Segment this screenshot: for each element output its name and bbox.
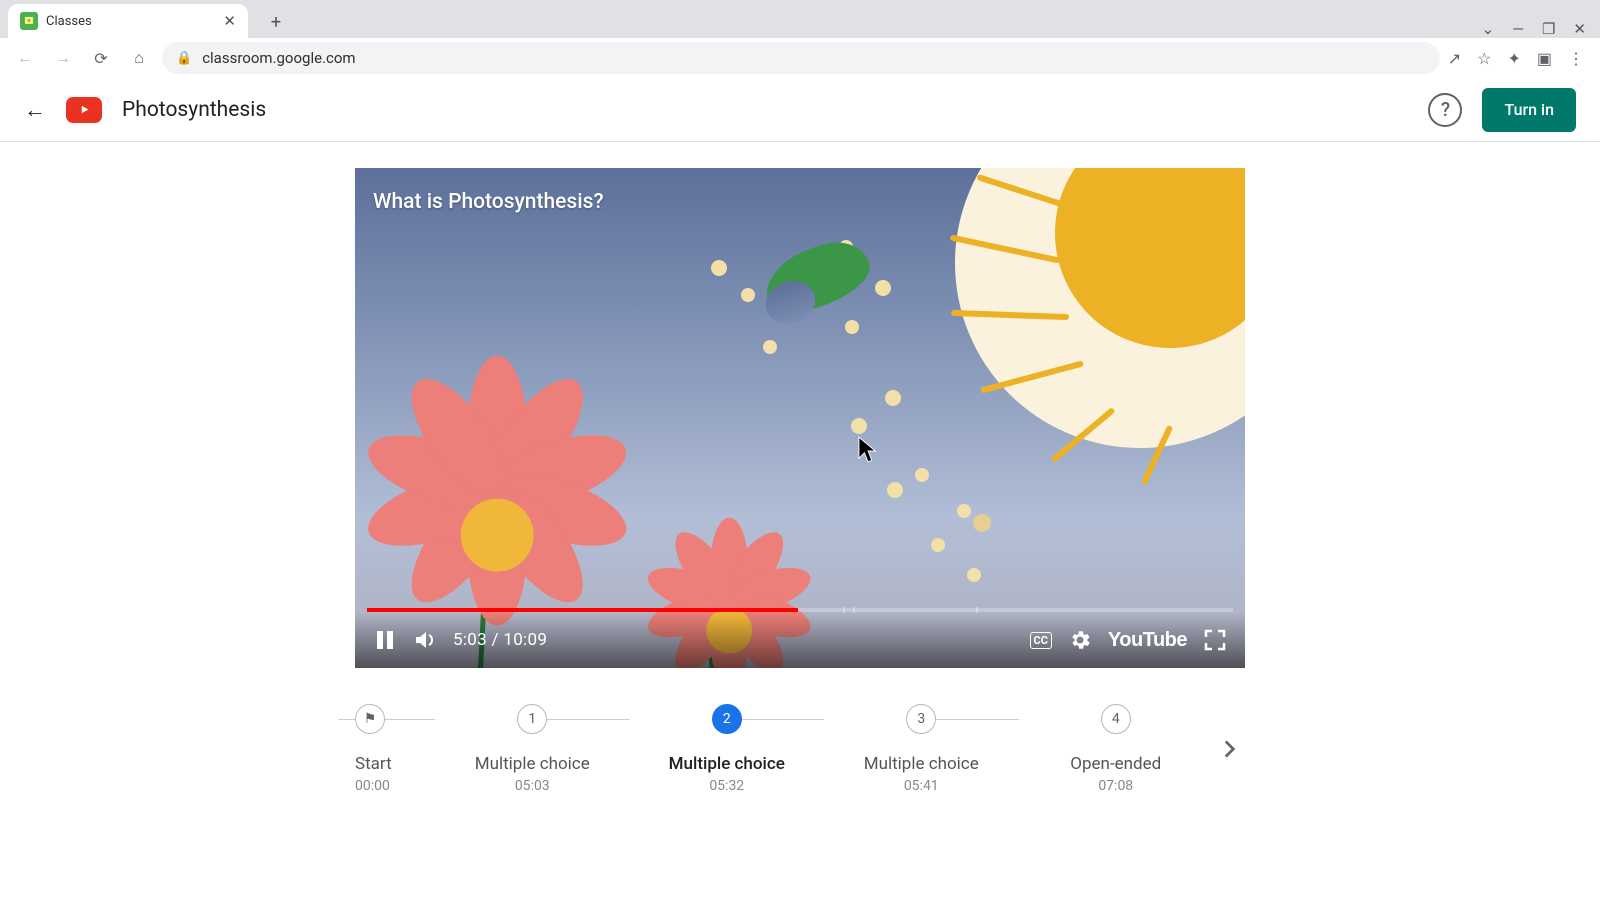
step-number: 2	[712, 704, 742, 734]
step-label: Multiple choice	[864, 754, 979, 774]
help-button[interactable]: ?	[1428, 93, 1462, 127]
step-label: Open-ended	[1070, 754, 1161, 774]
new-tab-button[interactable]: +	[262, 8, 290, 36]
share-icon[interactable]: ↗	[1448, 49, 1461, 68]
mouse-cursor-icon	[858, 436, 880, 466]
step-label: Multiple choice	[475, 754, 590, 774]
sidepanel-icon[interactable]: ▣	[1537, 49, 1552, 68]
fullscreen-button[interactable]	[1203, 628, 1227, 652]
video-time-display: 5:03 / 10:09	[453, 630, 547, 650]
browser-chrome: Classes ✕ + ⌄ — ❐ ✕ ← → ⟳ ⌂ 🔒 classroom.…	[0, 0, 1600, 78]
stepper-next-button[interactable]	[1213, 733, 1245, 765]
step-label: Start	[355, 754, 392, 774]
nav-back-button: ←	[10, 43, 40, 73]
nav-forward-button: →	[48, 43, 78, 73]
browser-tab[interactable]: Classes ✕	[8, 4, 248, 38]
step-time: 05:41	[904, 778, 939, 794]
video-current-time: 5:03	[453, 630, 487, 650]
video-player[interactable]: What is Photosynthesis? 5:03 / 10:09 CC	[355, 168, 1245, 668]
youtube-icon	[66, 97, 102, 123]
step-time: 07:08	[1098, 778, 1133, 794]
lock-icon: 🔒	[176, 51, 192, 66]
chevron-down-icon[interactable]: ⌄	[1482, 20, 1495, 38]
captions-button[interactable]: CC	[1030, 632, 1052, 649]
toolbar-actions: ↗ ☆ ✦ ▣ ⋮	[1448, 49, 1590, 68]
step-time: 05:03	[515, 778, 550, 794]
youtube-wordmark[interactable]: YouTube	[1108, 629, 1187, 652]
tab-strip: Classes ✕ + ⌄ — ❐ ✕	[0, 0, 1600, 38]
video-controls: 5:03 / 10:09 CC YouTube	[355, 612, 1245, 668]
step-time: 05:32	[709, 778, 744, 794]
settings-gear-icon[interactable]	[1068, 628, 1092, 652]
main-content: What is Photosynthesis? 5:03 / 10:09 CC	[0, 142, 1600, 794]
questions-stepper: ⚑ Start 00:00 1 Multiple choice 05:03 2 …	[355, 704, 1245, 794]
step-question-4[interactable]: 4 Open-ended 07:08	[1019, 704, 1214, 794]
tab-title: Classes	[46, 14, 92, 29]
address-bar[interactable]: 🔒 classroom.google.com	[162, 42, 1440, 74]
volume-button[interactable]	[413, 628, 437, 652]
step-question-3[interactable]: 3 Multiple choice 05:41	[824, 704, 1019, 794]
extensions-puzzle-icon[interactable]: ✦	[1507, 49, 1520, 68]
step-number: 3	[906, 704, 936, 734]
step-question-1[interactable]: 1 Multiple choice 05:03	[435, 704, 630, 794]
window-controls: ⌄ — ❐ ✕	[1482, 20, 1600, 38]
close-tab-icon[interactable]: ✕	[223, 12, 236, 30]
url-text: classroom.google.com	[202, 49, 355, 67]
pause-button[interactable]	[373, 628, 397, 652]
reload-button[interactable]: ⟳	[86, 43, 116, 73]
video-frame: What is Photosynthesis?	[355, 168, 1245, 668]
assignment-title: Photosynthesis	[122, 98, 266, 122]
video-duration: 10:09	[503, 630, 547, 650]
close-window-icon[interactable]: ✕	[1573, 20, 1586, 38]
step-start[interactable]: ⚑ Start 00:00	[355, 704, 435, 794]
restore-icon[interactable]: ❐	[1542, 20, 1555, 38]
app-back-button[interactable]: ←	[24, 97, 46, 123]
step-time: 00:00	[355, 778, 390, 794]
turn-in-button[interactable]: Turn in	[1482, 88, 1576, 132]
browser-toolbar: ← → ⟳ ⌂ 🔒 classroom.google.com ↗ ☆ ✦ ▣ ⋮	[0, 38, 1600, 78]
video-title-overlay: What is Photosynthesis?	[373, 190, 604, 214]
overflow-menu-icon[interactable]: ⋮	[1568, 49, 1584, 68]
app-header: ← Photosynthesis ? Turn in	[0, 78, 1600, 142]
classroom-favicon-icon	[20, 12, 38, 30]
step-label: Multiple choice	[669, 754, 785, 774]
flag-icon: ⚑	[355, 704, 385, 734]
stepper-track: ⚑ Start 00:00 1 Multiple choice 05:03 2 …	[355, 704, 1213, 794]
bookmark-star-icon[interactable]: ☆	[1477, 49, 1491, 68]
home-button[interactable]: ⌂	[124, 43, 154, 73]
step-number: 1	[517, 704, 547, 734]
step-number: 4	[1101, 704, 1131, 734]
step-question-2[interactable]: 2 Multiple choice 05:32	[630, 704, 825, 794]
minimize-icon[interactable]: —	[1512, 20, 1524, 38]
